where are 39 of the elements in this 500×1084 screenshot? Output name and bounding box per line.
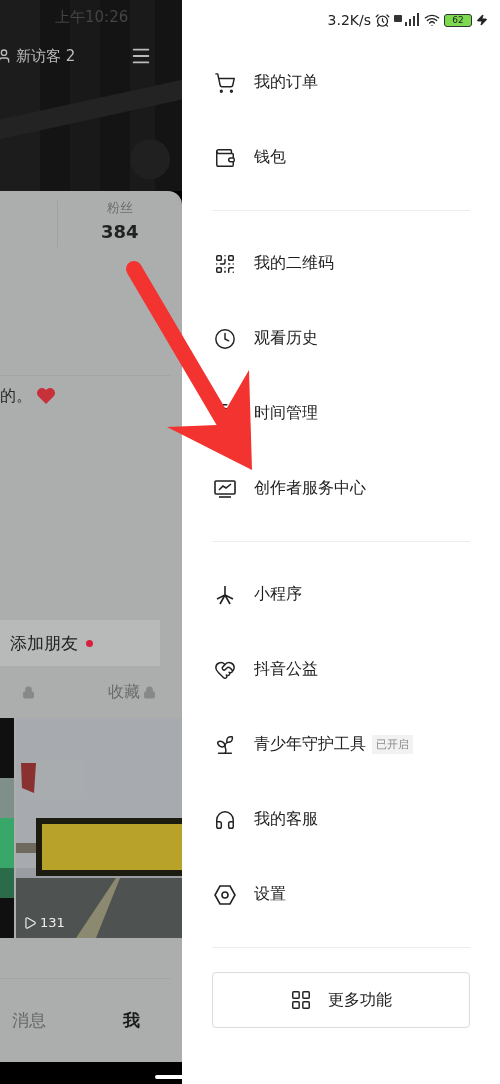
bio-text: 的。 — [0, 385, 32, 407]
alarm-icon — [375, 12, 390, 28]
cart-icon — [214, 71, 236, 94]
signal-icon — [394, 13, 420, 27]
qr-code-icon — [214, 252, 236, 275]
menu-item[interactable]: 我的二维码 — [254, 253, 334, 274]
nav-tab[interactable]: 我 — [123, 1009, 140, 1033]
status-badge: 已开启 — [372, 735, 413, 754]
network-speed: 3.2K/s — [327, 12, 371, 28]
menu-item[interactable]: 抖音公益 — [254, 659, 318, 680]
headset-icon — [214, 808, 236, 831]
menu-item[interactable]: 小程序 — [254, 584, 302, 605]
charging-icon — [476, 14, 488, 26]
menu-item[interactable]: 我的订单 — [254, 72, 318, 93]
wifi-icon — [424, 12, 440, 28]
spark-icon — [214, 583, 236, 606]
menu-item[interactable]: 观看历史 — [254, 328, 318, 349]
stat-value: 384 — [101, 221, 139, 243]
heart-icon — [36, 387, 56, 406]
wallet-icon — [214, 146, 236, 169]
menu-item[interactable]: 时间管理 — [254, 403, 318, 424]
menu-item[interactable]: 设置 — [254, 884, 286, 905]
sprout-icon — [214, 733, 236, 756]
menu-item[interactable]: 钱包 — [254, 147, 286, 168]
chart-monitor-icon — [214, 478, 236, 499]
settings-icon — [214, 883, 236, 906]
play-count: 131 — [40, 915, 65, 931]
menu-item[interactable]: 创作者服务中心 — [254, 478, 366, 499]
grid-icon — [290, 989, 312, 1011]
more-features-button[interactable]: 更多功能 — [212, 972, 470, 1028]
menu-item[interactable]: 青少年守护工具 — [254, 734, 366, 755]
menu-item[interactable]: 我的客服 — [254, 809, 318, 830]
play-icon — [23, 915, 37, 930]
visitors-link[interactable]: 新访客 2 — [16, 46, 76, 66]
person-icon — [0, 48, 12, 64]
add-friend-button[interactable]: 添加朋友 — [0, 620, 160, 667]
clock-icon — [214, 327, 236, 350]
stat-label: 粉丝 — [106, 199, 133, 218]
battery-icon: 62 — [444, 13, 472, 27]
